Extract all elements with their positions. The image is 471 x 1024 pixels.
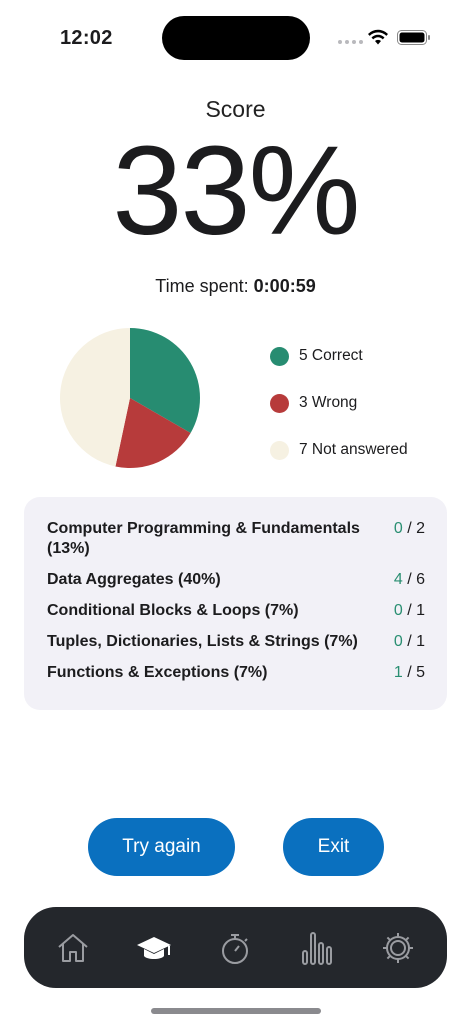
results-pie-chart	[59, 328, 200, 468]
topic-score: 1 / 5	[394, 663, 425, 683]
pie-slice-not-answered	[59, 328, 130, 467]
topic-correct-count: 0	[393, 520, 403, 537]
topic-name: Functions & Exceptions (7%)	[47, 664, 268, 681]
topic-score-separator: /	[402, 633, 417, 650]
legend-dot-not-answered	[270, 440, 289, 460]
topic-row: Functions & Exceptions (7%) 1 / 5	[47, 663, 425, 683]
topic-total-count: 6	[416, 571, 425, 588]
settings-gear-icon	[383, 932, 414, 963]
topic-correct-count: 0	[393, 602, 403, 619]
tab-timer[interactable]	[214, 927, 256, 969]
topic-score-separator: /	[402, 664, 417, 681]
topic-correct-count: 4	[393, 571, 403, 588]
topic-row: Tuples, Dictionaries, Lists & Strings (7…	[47, 632, 425, 652]
stopwatch-icon	[222, 933, 249, 964]
try-again-button[interactable]: Try again	[88, 818, 235, 876]
bottom-tab-bar	[24, 907, 447, 988]
topic-row: Computer Programming & Fundamentals (13%…	[47, 519, 425, 559]
topic-total-count: 2	[416, 520, 425, 537]
cellular-signal-icon	[338, 40, 363, 44]
dynamic-island	[162, 16, 310, 60]
legend-item-wrong: 3 Wrong	[270, 391, 408, 415]
topic-name: Conditional Blocks & Loops (7%)	[47, 602, 299, 619]
topic-row: Conditional Blocks & Loops (7%) 0 / 1	[47, 601, 425, 621]
status-time: 12:02	[60, 27, 113, 49]
tab-statistics[interactable]	[296, 927, 338, 969]
topic-total-count: 1	[416, 633, 425, 650]
legend-text-correct: 5 Correct	[299, 347, 363, 364]
topic-score-separator: /	[402, 602, 417, 619]
legend-item-correct: 5 Correct	[270, 344, 408, 368]
bar-chart-icon	[301, 931, 332, 965]
tab-home[interactable]	[52, 927, 94, 969]
time-spent-value: 0:00:59	[253, 276, 316, 296]
topic-name: Data Aggregates (40%)	[47, 571, 221, 588]
time-spent: Time spent: 0:00:59	[0, 276, 471, 297]
legend-item-not-answered: 7 Not answered	[270, 438, 408, 462]
topic-score: 0 / 1	[394, 601, 425, 621]
topic-row: Data Aggregates (40%) 4 / 6	[47, 570, 425, 590]
status-bar: 12:02	[0, 0, 471, 76]
topic-correct-count: 0	[393, 633, 403, 650]
legend-text-wrong: 3 Wrong	[299, 394, 358, 411]
time-spent-label: Time spent:	[155, 276, 249, 296]
score-value: 33%	[112, 120, 360, 261]
legend-dot-wrong	[270, 393, 289, 413]
chart-legend: 5 Correct 3 Wrong 7 Not answered	[270, 344, 408, 485]
topic-score-separator: /	[402, 571, 417, 588]
topic-score: 0 / 2	[394, 519, 425, 539]
legend-text-not-answered: 7 Not answered	[299, 441, 408, 458]
tab-settings[interactable]	[377, 927, 419, 969]
topic-name: Tuples, Dictionaries, Lists & Strings (7…	[47, 633, 358, 650]
topic-total-count: 5	[416, 664, 425, 681]
legend-dot-correct	[270, 346, 289, 366]
topic-name: Computer Programming & Fundamentals (13%…	[47, 520, 360, 557]
battery-icon	[397, 30, 430, 45]
graduation-cap-icon	[137, 936, 172, 959]
tab-learn[interactable]	[133, 927, 175, 969]
exit-button[interactable]: Exit	[283, 818, 384, 876]
topic-correct-count: 1	[393, 664, 403, 681]
topic-score: 4 / 6	[394, 570, 425, 590]
home-icon	[58, 933, 88, 962]
score-label: Score	[205, 96, 266, 122]
home-indicator	[151, 1008, 321, 1014]
wifi-icon	[368, 29, 388, 45]
topic-total-count: 1	[416, 602, 425, 619]
topics-breakdown-card: Computer Programming & Fundamentals (13%…	[24, 497, 447, 710]
topic-score-separator: /	[402, 520, 417, 537]
topic-score: 0 / 1	[394, 632, 425, 652]
